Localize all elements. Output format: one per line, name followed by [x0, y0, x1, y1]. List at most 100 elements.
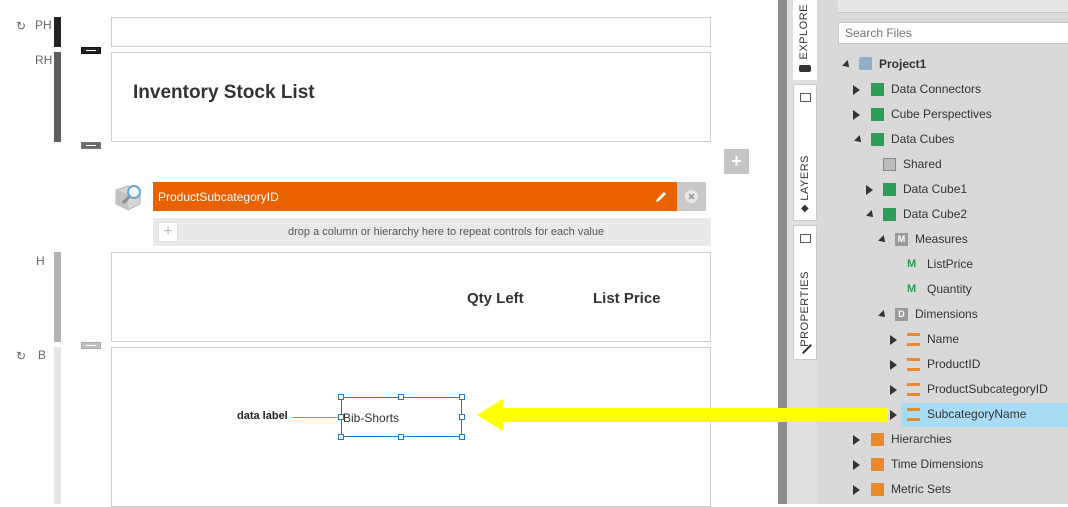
resize-handle[interactable]	[338, 434, 344, 440]
group-field-bar[interactable]: ProductSubcategoryID	[153, 182, 677, 211]
band-label-h: H	[36, 254, 45, 268]
tree-item-metric-sets[interactable]: Metric Sets	[891, 479, 951, 499]
expand-arrow-icon[interactable]	[890, 385, 897, 395]
tree-item-data-cube1[interactable]: Data Cube1	[903, 179, 967, 199]
tree-item-project[interactable]: Project1	[879, 54, 926, 74]
metric-sets-icon	[871, 483, 884, 496]
panel-top-bar	[838, 0, 1068, 13]
resize-handle[interactable]	[398, 434, 404, 440]
expand-arrow-icon[interactable]	[853, 110, 860, 120]
tree-item-list-price[interactable]: ListPrice	[927, 254, 973, 274]
resize-handle[interactable]	[459, 414, 465, 420]
column-header-section[interactable]: Qty Left List Price	[111, 252, 711, 342]
hierarchies-icon	[871, 433, 884, 446]
tree-item-product-subcategory-id[interactable]: ProductSubcategoryID	[927, 379, 1048, 399]
band-resize-handle[interactable]	[81, 47, 101, 54]
expand-arrow-icon[interactable]	[853, 85, 860, 95]
tree-item-data-cubes[interactable]: Data Cubes	[891, 129, 954, 149]
band-bar-ph[interactable]	[54, 17, 61, 47]
search-files-input[interactable]	[838, 22, 1068, 44]
shared-icon	[883, 158, 896, 171]
expand-arrow-icon[interactable]	[853, 435, 860, 445]
report-title[interactable]: Inventory Stock List	[133, 82, 315, 104]
expand-arrow-icon[interactable]	[890, 360, 897, 370]
dimensions-icon: D	[895, 308, 908, 321]
annotation-line	[292, 417, 339, 418]
project-icon	[859, 57, 872, 70]
tree-item-data-cube2[interactable]: Data Cube2	[903, 204, 967, 224]
hierarchy-icon	[907, 408, 920, 421]
add-repeat-icon[interactable]: +	[158, 222, 178, 242]
band-bar-b[interactable]	[54, 347, 61, 504]
refresh-icon[interactable]: ↻	[16, 19, 26, 33]
cube-icon	[883, 208, 896, 221]
resize-handle[interactable]	[459, 434, 465, 440]
tree-item-cube-perspectives[interactable]: Cube Perspectives	[891, 104, 992, 124]
band-label-ph: PH	[35, 18, 52, 32]
annotation-data-label: data label	[237, 410, 288, 422]
tree-item-name[interactable]: Name	[927, 329, 959, 349]
data-cubes-icon	[871, 133, 884, 146]
band-bar-rh[interactable]	[54, 52, 61, 142]
resize-handle[interactable]	[398, 394, 404, 400]
band-label-b: B	[38, 348, 47, 362]
page-header-section[interactable]	[111, 17, 711, 47]
data-label-control[interactable]: Bib-Shorts	[341, 397, 462, 437]
tree-item-hierarchies[interactable]: Hierarchies	[891, 429, 952, 449]
group-cube-icon	[110, 180, 150, 214]
tree-item-time-dimensions[interactable]: Time Dimensions	[891, 454, 983, 474]
cube-perspectives-icon	[871, 108, 884, 121]
measure-icon: M	[907, 283, 917, 295]
tab-explore[interactable]: EXPLORE	[793, 0, 817, 80]
pencil-icon[interactable]	[653, 189, 669, 205]
column-header-list-price[interactable]: List Price	[593, 290, 661, 307]
data-connectors-icon	[871, 83, 884, 96]
hierarchy-icon	[907, 333, 920, 346]
expand-arrow-icon[interactable]	[890, 410, 897, 420]
expand-arrow-icon[interactable]	[890, 335, 897, 345]
report-header-section[interactable]: Inventory Stock List	[111, 52, 711, 142]
repeat-drop-zone[interactable]: + drop a column or hierarchy here to rep…	[153, 218, 711, 246]
tab-properties[interactable]: PROPERTIES	[793, 225, 817, 360]
time-dimensions-icon	[871, 458, 884, 471]
expand-arrow-icon[interactable]	[866, 185, 873, 195]
tab-properties-label: PROPERTIES	[799, 271, 811, 347]
tree-item-dimensions[interactable]: Dimensions	[915, 304, 978, 324]
database-icon	[799, 65, 811, 72]
drop-zone-hint: drop a column or hierarchy here to repea…	[288, 226, 605, 238]
group-field-label: ProductSubcategoryID	[158, 190, 279, 204]
tree-item-subcategory-name[interactable]: SubcategoryName	[927, 404, 1026, 424]
hierarchy-icon	[907, 383, 920, 396]
tree-item-quantity[interactable]: Quantity	[927, 279, 972, 299]
tree-item-shared[interactable]: Shared	[903, 154, 942, 174]
band-label-rh: RH	[35, 53, 53, 67]
band-resize-handle[interactable]	[81, 342, 101, 349]
tree-item-product-id[interactable]: ProductID	[927, 354, 980, 374]
resize-handle[interactable]	[338, 414, 344, 420]
close-circle-icon	[685, 190, 698, 203]
remove-group-button[interactable]	[677, 182, 706, 211]
refresh-icon[interactable]: ↻	[16, 349, 26, 363]
panel-toggle-icon	[800, 234, 811, 243]
tab-explore-label: EXPLORE	[798, 4, 810, 60]
band-bar-h[interactable]	[54, 252, 61, 342]
column-header-qty-left[interactable]: Qty Left	[467, 290, 524, 307]
panel-toggle-icon	[800, 93, 811, 102]
tree-item-measures[interactable]: Measures	[915, 229, 968, 249]
tree-item-data-connectors[interactable]: Data Connectors	[891, 79, 981, 99]
data-label-value: Bib-Shorts	[343, 411, 400, 425]
expand-arrow-icon[interactable]	[853, 485, 860, 495]
annotation-arrow	[477, 399, 888, 431]
band-resize-handle[interactable]	[81, 142, 101, 149]
resize-handle[interactable]	[459, 394, 465, 400]
tab-layers-label: LAYERS	[799, 155, 811, 201]
measures-icon: M	[895, 233, 908, 246]
tab-layers[interactable]: LAYERS ◆	[793, 84, 817, 221]
resize-handle[interactable]	[338, 394, 344, 400]
add-band-button[interactable]: +	[724, 149, 749, 174]
cube-icon	[883, 183, 896, 196]
measure-icon: M	[907, 258, 917, 270]
hierarchy-icon	[907, 358, 920, 371]
expand-arrow-icon[interactable]	[853, 460, 860, 470]
layers-icon: ◆	[801, 203, 809, 214]
